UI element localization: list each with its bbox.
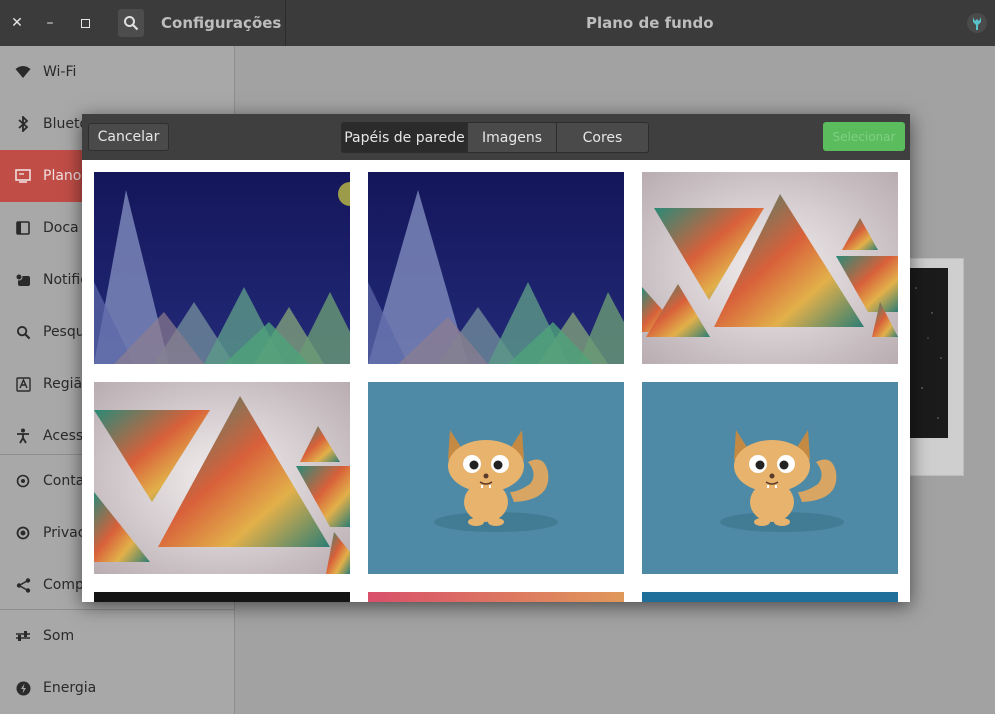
- sidebar-item-sound[interactable]: Som: [0, 610, 234, 662]
- sidebar-item-label: Wi-Fi: [43, 64, 77, 80]
- wallpaper-thumbnail[interactable]: [368, 592, 624, 602]
- page-title: Plano de fundo: [586, 14, 714, 32]
- power-icon: [14, 679, 32, 697]
- share-icon: [14, 576, 32, 594]
- maximize-icon: [80, 18, 90, 28]
- search-icon: [14, 323, 32, 341]
- sound-icon: [14, 627, 32, 645]
- tab-colors[interactable]: Cores: [557, 123, 648, 152]
- wallpaper-thumbnail[interactable]: [94, 592, 350, 602]
- wallpaper-thumbnail[interactable]: [642, 592, 898, 602]
- close-button[interactable]: ✕: [3, 9, 31, 37]
- tab-switcher: Papéis de parede Imagens Cores: [341, 122, 649, 153]
- dialog-header: Cancelar Papéis de parede Imagens Cores …: [82, 114, 910, 160]
- bluetooth-icon: [14, 115, 32, 133]
- tab-images[interactable]: Imagens: [468, 123, 557, 152]
- region-icon: [14, 375, 32, 393]
- sidebar-item-label: Som: [43, 628, 75, 644]
- close-icon: ✕: [11, 15, 23, 31]
- wallpaper-thumbnail[interactable]: [368, 172, 624, 364]
- current-background-thumbnail[interactable]: [910, 268, 948, 438]
- app-title: Configurações: [161, 14, 282, 32]
- wallpaper-thumbnail[interactable]: [368, 382, 624, 574]
- search-button[interactable]: [118, 9, 144, 37]
- header-divider: [285, 0, 286, 46]
- background-icon: [14, 167, 32, 185]
- wallpaper-thumbnail[interactable]: [642, 172, 898, 364]
- cancel-button[interactable]: Cancelar: [88, 123, 169, 151]
- wallpaper-thumbnail[interactable]: [94, 172, 350, 364]
- privacy-icon: [14, 524, 32, 542]
- wifi-icon: [14, 63, 32, 81]
- title-bar: ✕ – Configurações Plano de fundo: [0, 0, 995, 46]
- accounts-icon: [14, 472, 32, 490]
- select-button[interactable]: Selecionar: [823, 122, 905, 151]
- search-icon: [124, 16, 139, 31]
- sidebar-item-label: Energia: [43, 680, 97, 696]
- settings-app-icon: [967, 13, 987, 33]
- accessibility-icon: [14, 427, 32, 445]
- minimize-button[interactable]: –: [36, 9, 64, 37]
- sidebar-item-wifi[interactable]: Wi-Fi: [0, 46, 234, 98]
- dock-icon: [14, 219, 32, 237]
- minimize-icon: –: [46, 15, 54, 31]
- sidebar-item-label: Doca: [43, 220, 79, 236]
- notifications-icon: [14, 271, 32, 289]
- sidebar-item-power[interactable]: Energia: [0, 662, 234, 714]
- wallpaper-thumbnail[interactable]: [94, 382, 350, 574]
- maximize-button[interactable]: [71, 9, 99, 37]
- tab-wallpapers[interactable]: Papéis de parede: [342, 123, 468, 152]
- wallpaper-thumbnail[interactable]: [642, 382, 898, 574]
- wallpaper-picker-dialog: Cancelar Papéis de parede Imagens Cores …: [82, 114, 910, 602]
